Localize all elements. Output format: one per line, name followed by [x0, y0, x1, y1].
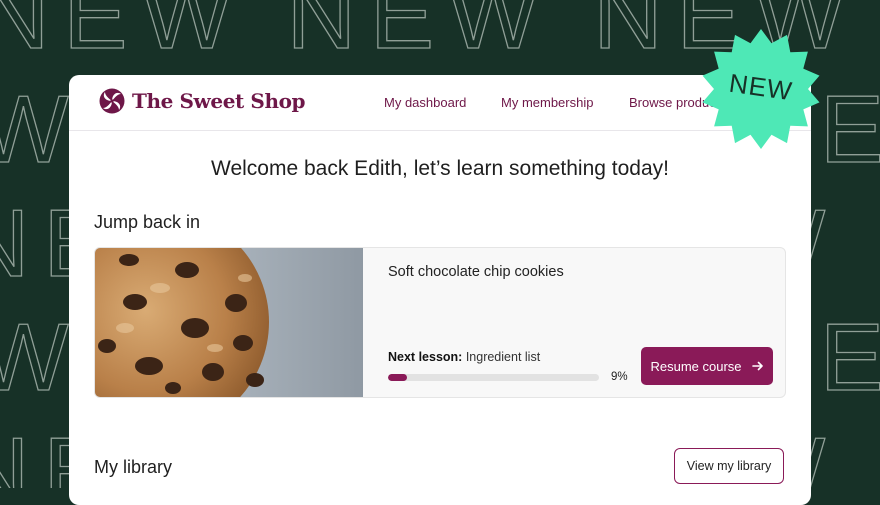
next-lesson-name: Ingredient list	[462, 350, 541, 364]
course-progress-percent: 9%	[611, 371, 628, 383]
course-card[interactable]: Soft chocolate chip cookies Next lesson:…	[94, 247, 786, 398]
swirl-logo-icon	[99, 88, 125, 114]
welcome-heading: Welcome back Edith, let’s learn somethin…	[211, 157, 669, 180]
new-badge-label: NEW	[727, 67, 795, 106]
next-lesson-label: Next lesson:	[388, 350, 463, 364]
cookie-thumbnail	[95, 248, 363, 397]
course-progress-fill	[388, 374, 407, 381]
nav-link-membership[interactable]: My membership	[501, 95, 593, 110]
nav-link-dashboard[interactable]: My dashboard	[384, 95, 466, 110]
next-lesson: Next lesson: Ingredient list	[388, 350, 540, 364]
resume-course-button[interactable]: Resume course	[641, 347, 773, 385]
course-progress-bar	[388, 374, 599, 381]
brand-logo[interactable]: The Sweet Shop	[99, 88, 306, 114]
jump-back-heading: Jump back in	[94, 212, 201, 232]
resume-course-label: Resume course	[650, 358, 742, 374]
course-title[interactable]: Soft chocolate chip cookies	[388, 264, 564, 280]
view-library-button[interactable]: View my library	[674, 448, 784, 484]
brand-name: The Sweet Shop	[132, 89, 306, 113]
new-badge: NEW	[700, 28, 822, 150]
arrow-right-icon	[751, 361, 763, 371]
library-heading: My library	[94, 457, 173, 477]
